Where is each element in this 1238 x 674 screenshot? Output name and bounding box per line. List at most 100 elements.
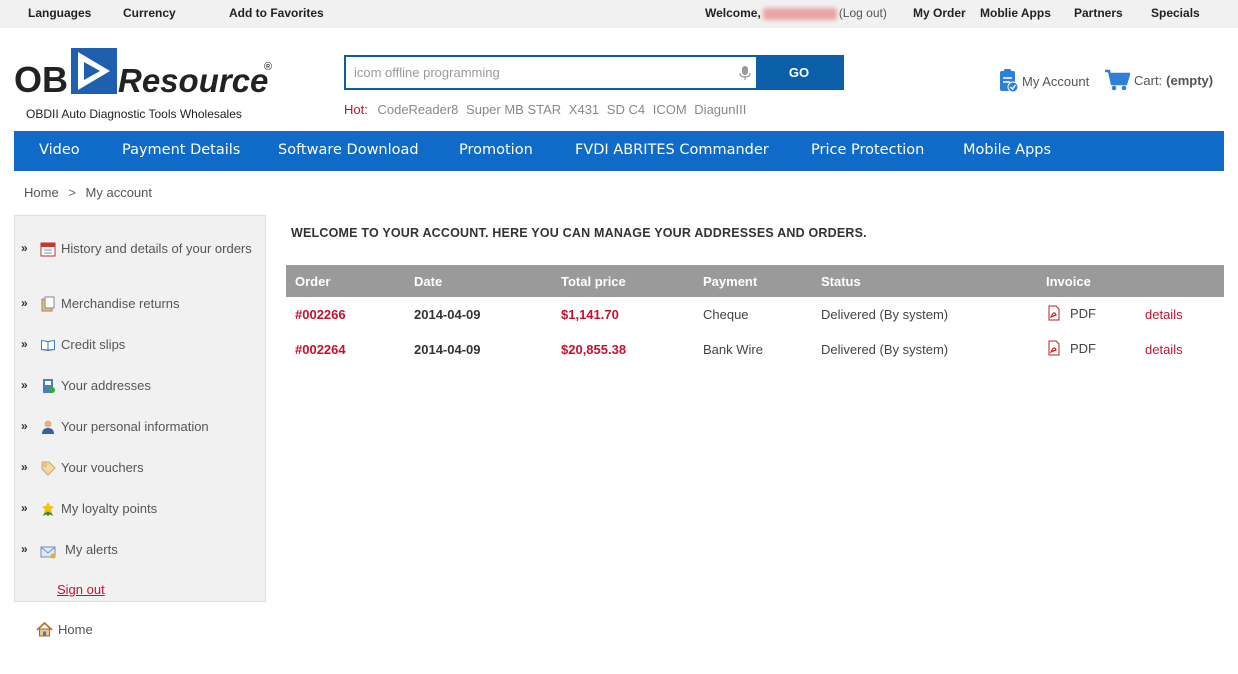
sidebar-item-order-history[interactable]: » History and details of your orders	[21, 240, 261, 257]
hot-item[interactable]: SD C4	[607, 102, 645, 117]
my-account-link[interactable]: My Account	[998, 68, 1089, 94]
username-redacted	[762, 7, 837, 20]
column-header-total: Total price	[552, 265, 694, 297]
order-date: 2014-04-09	[414, 307, 481, 322]
breadcrumb-home[interactable]: Home	[24, 185, 59, 200]
account-welcome-message: WELCOME TO YOUR ACCOUNT. HERE YOU CAN MA…	[291, 226, 867, 240]
sidebar-item-loyalty-points[interactable]: » My loyalty points	[21, 500, 261, 517]
search-input[interactable]	[346, 57, 756, 88]
sidebar-item-label: Your personal information	[61, 419, 209, 434]
double-chevron-icon: »	[21, 337, 28, 351]
logo-registered: ®	[264, 61, 272, 73]
footer-home-link[interactable]: Home	[36, 622, 93, 637]
sidebar-item-addresses[interactable]: » Your addresses	[21, 377, 261, 394]
user-icon	[42, 420, 54, 434]
nav-item-software-download[interactable]: Software Download	[278, 142, 419, 158]
order-reference-link[interactable]: #002264	[286, 332, 405, 367]
invoice-cell: PDF	[1037, 297, 1136, 332]
sidebar-item-label: Your addresses	[61, 378, 151, 393]
logout-link[interactable]: (Log out)	[839, 6, 887, 20]
my-order-link[interactable]: My Order	[913, 6, 966, 20]
order-status: Delivered (By system)	[821, 342, 949, 357]
site-logo[interactable]: OB Resource ®	[14, 42, 276, 102]
table-header-row: Order Date Total price Payment Status In…	[286, 265, 1224, 297]
calendar-icon	[40, 242, 56, 257]
order-details-link[interactable]: details	[1136, 332, 1224, 367]
order-payment: Bank Wire	[703, 342, 763, 357]
nav-item-video[interactable]: Video	[39, 142, 80, 158]
nav-item-payment-details[interactable]: Payment Details	[122, 142, 240, 158]
breadcrumb-current: My account	[85, 185, 153, 200]
welcome-text: Welcome, (Log out)	[705, 6, 887, 20]
hot-item[interactable]: X431	[569, 102, 599, 117]
order-details-link[interactable]: details	[1136, 297, 1224, 332]
double-chevron-icon: »	[21, 542, 28, 556]
tag-icon	[41, 461, 56, 476]
account-sidebar: » History and details of your orders » M…	[14, 215, 266, 602]
double-chevron-icon: »	[21, 501, 28, 515]
clipboard-icon	[41, 296, 55, 312]
sidebar-item-label: My loyalty points	[61, 501, 158, 516]
hot-label: Hot:	[344, 102, 368, 117]
sign-out-link[interactable]: Sign out	[57, 582, 105, 597]
partners-link[interactable]: Partners	[1074, 6, 1123, 20]
nav-item-promotion[interactable]: Promotion	[459, 142, 533, 158]
medal-icon	[42, 502, 54, 516]
hot-item[interactable]: Super MB STAR	[466, 102, 561, 117]
invoice-pdf-link[interactable]: PDF	[1046, 305, 1096, 321]
search-go-button[interactable]: GO	[756, 57, 842, 88]
languages-menu[interactable]: Languages	[28, 6, 91, 20]
cart-label: Cart:	[1134, 72, 1163, 88]
breadcrumb-separator: >	[68, 185, 76, 200]
sidebar-item-credit-slips[interactable]: » Credit slips	[21, 336, 261, 353]
double-chevron-icon: »	[21, 296, 28, 310]
order-status: Delivered (By system)	[821, 307, 949, 322]
double-chevron-icon: »	[21, 378, 28, 392]
currency-menu[interactable]: Currency	[123, 6, 176, 20]
nav-item-mobile-apps[interactable]: Mobile Apps	[963, 142, 1051, 158]
book-icon	[41, 340, 55, 351]
mobile-apps-link[interactable]: Moblie Apps	[980, 6, 1051, 20]
column-header-invoice: Invoice	[1037, 265, 1136, 297]
hot-item[interactable]: CodeReader8	[377, 102, 458, 117]
hot-item[interactable]: DiagunIII	[694, 102, 746, 117]
invoice-pdf-label: PDF	[1070, 340, 1096, 356]
footer-home-label: Home	[58, 622, 93, 637]
double-chevron-icon: »	[21, 419, 28, 433]
my-account-label: My Account	[1022, 73, 1090, 89]
welcome-label: Welcome,	[705, 6, 761, 20]
logo-graphic: OB Resource ®	[14, 48, 272, 100]
sidebar-item-label: Merchandise returns	[61, 296, 180, 311]
breadcrumb: Home > My account	[24, 185, 152, 200]
mail-icon	[40, 546, 56, 559]
table-row: #002264 2014-04-09 $20,855.38 Bank Wire …	[286, 332, 1224, 367]
order-reference-link[interactable]: #002266	[286, 297, 405, 332]
logo-text-right: Resource	[118, 62, 268, 99]
column-header-date: Date	[405, 265, 552, 297]
order-total: $1,141.70	[561, 307, 619, 322]
column-header-payment: Payment	[694, 265, 812, 297]
column-header-status: Status	[812, 265, 1037, 297]
sidebar-item-vouchers[interactable]: » Your vouchers	[21, 459, 261, 476]
order-payment: Cheque	[703, 307, 749, 322]
sidebar-item-alerts[interactable]: » My alerts	[21, 541, 261, 559]
home-icon	[36, 622, 53, 637]
invoice-pdf-link[interactable]: PDF	[1046, 340, 1096, 356]
nav-item-fvdi-abrites[interactable]: FVDI ABRITES Commander	[575, 142, 769, 158]
microphone-icon[interactable]	[738, 65, 752, 81]
sidebar-item-merchandise-returns[interactable]: » Merchandise returns	[21, 295, 261, 312]
cart-icon	[1105, 69, 1130, 91]
add-to-favorites-link[interactable]: Add to Favorites	[229, 6, 324, 20]
cart-link[interactable]: Cart: (empty)	[1104, 68, 1213, 92]
specials-link[interactable]: Specials	[1151, 6, 1200, 20]
invoice-cell: PDF	[1037, 332, 1136, 367]
hot-searches: Hot: CodeReader8 Super MB STAR X431 SD C…	[344, 102, 750, 117]
double-chevron-icon: »	[21, 241, 28, 255]
column-header-order: Order	[286, 265, 405, 297]
main-nav: Video Payment Details Software Download …	[14, 131, 1224, 171]
address-book-icon	[43, 379, 55, 393]
nav-item-price-protection[interactable]: Price Protection	[811, 142, 924, 158]
hot-item[interactable]: ICOM	[653, 102, 687, 117]
order-date: 2014-04-09	[414, 342, 481, 357]
sidebar-item-personal-information[interactable]: » Your personal information	[21, 418, 261, 435]
